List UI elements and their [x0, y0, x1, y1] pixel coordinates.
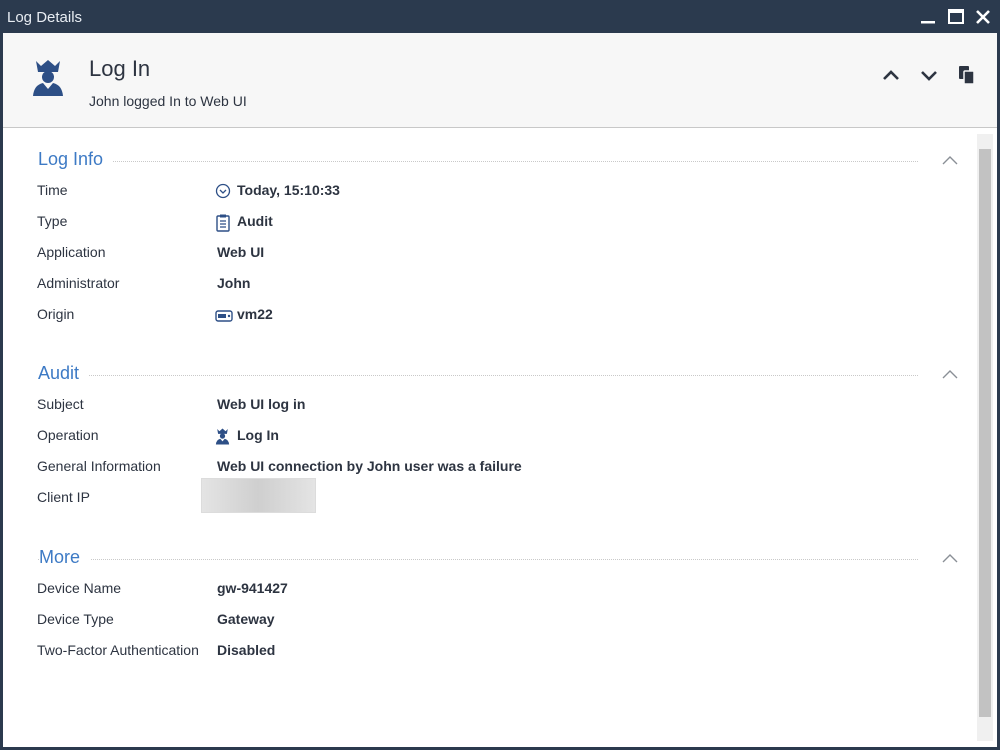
page-title: Log In — [89, 56, 151, 81]
value-device-type: Gateway — [217, 611, 275, 627]
row-client-ip: Client IP — [37, 489, 937, 509]
label-type: Type — [37, 213, 68, 229]
previous-icon[interactable] — [879, 63, 903, 87]
value-time: Today, 15:10:33 — [215, 182, 340, 199]
section-log-info: Log Info — [38, 149, 958, 171]
row-administrator: Administrator John — [37, 275, 937, 295]
origin-text: vm22 — [237, 306, 273, 322]
label-device-name: Device Name — [37, 580, 122, 596]
row-device-name: Device Name gw-941427 — [37, 580, 937, 600]
maximize-icon[interactable] — [945, 6, 967, 28]
log-details-window: Log In John logged In to Web UI Log Info… — [3, 33, 997, 747]
value-application: Web UI — [217, 244, 265, 260]
minimize-icon[interactable] — [917, 6, 939, 28]
section-more: More — [38, 547, 958, 569]
title-bar: Log Details — [0, 0, 1000, 33]
page-subtitle: John logged In to Web UI — [89, 93, 247, 109]
section-divider — [38, 375, 918, 376]
value-operation: Log In — [215, 427, 279, 445]
clipboard-icon — [215, 214, 231, 235]
time-text: Today, 15:10:33 — [237, 182, 340, 198]
section-audit: Audit — [38, 363, 958, 385]
value-device-name: gw-941427 — [217, 580, 288, 596]
label-general-information: General Information — [37, 458, 161, 474]
section-title-audit: Audit — [38, 363, 90, 384]
label-two-factor: Two-Factor Authentication — [37, 642, 199, 658]
label-time: Time — [37, 182, 68, 198]
close-icon[interactable] — [972, 6, 994, 28]
row-type: Type Audit — [37, 213, 937, 233]
administrator-icon — [31, 59, 65, 102]
row-device-type: Device Type Gateway — [37, 611, 937, 631]
chevron-up-icon[interactable] — [942, 367, 958, 381]
section-title-log-info: Log Info — [38, 149, 114, 170]
type-text: Audit — [237, 213, 273, 229]
value-type: Audit — [216, 213, 273, 232]
label-client-ip: Client IP — [37, 489, 90, 505]
log-header: Log In John logged In to Web UI — [3, 33, 997, 128]
label-operation: Operation — [37, 427, 99, 443]
label-origin: Origin — [37, 306, 75, 322]
label-administrator: Administrator — [37, 275, 120, 291]
section-title-more: More — [39, 547, 91, 568]
device-icon — [215, 309, 233, 325]
row-time: Time Today, 15:10:33 — [37, 182, 937, 202]
label-device-type: Device Type — [37, 611, 114, 627]
next-icon[interactable] — [917, 63, 941, 87]
label-application: Application — [37, 244, 106, 260]
log-details-content: Log Info Time Today, 15:10:33 Type Audit — [3, 128, 997, 747]
row-general-information: General Information Web UI connection by… — [37, 458, 937, 478]
clock-icon — [215, 183, 231, 202]
row-operation: Operation Log In — [37, 427, 937, 447]
section-divider — [38, 559, 918, 560]
window-title: Log Details — [7, 9, 83, 26]
row-origin: Origin vm22 — [37, 306, 937, 326]
value-two-factor: Disabled — [217, 642, 276, 658]
chevron-up-icon[interactable] — [942, 551, 958, 565]
row-application: Application Web UI — [37, 244, 937, 264]
section-divider — [38, 161, 918, 162]
label-subject: Subject — [37, 396, 84, 412]
value-general-information: Web UI connection by John user was a fai… — [217, 458, 522, 474]
row-subject: Subject Web UI log in — [37, 396, 937, 416]
value-administrator: John — [217, 275, 251, 291]
operation-text: Log In — [237, 427, 279, 443]
value-subject: Web UI log in — [217, 396, 306, 412]
scrollbar-thumb[interactable] — [979, 149, 991, 717]
value-origin: vm22 — [215, 306, 273, 325]
chevron-up-icon[interactable] — [942, 153, 958, 167]
redacted-client-ip-value — [201, 478, 316, 513]
copy-icon[interactable] — [955, 63, 979, 87]
row-two-factor: Two-Factor Authentication Disabled — [37, 642, 937, 662]
administrator-icon — [215, 428, 230, 448]
